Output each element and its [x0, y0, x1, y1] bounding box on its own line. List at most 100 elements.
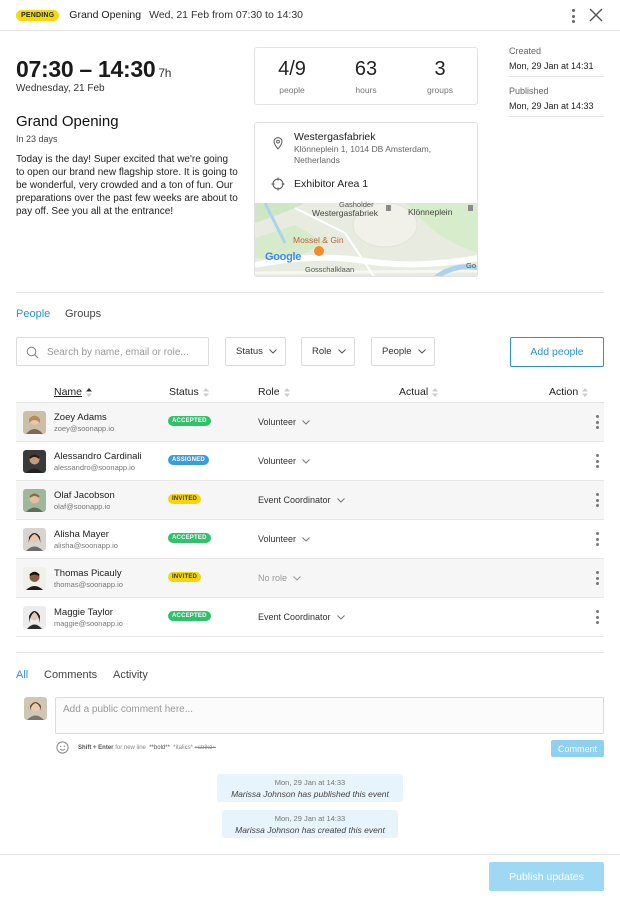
header-title: Grand Opening — [69, 9, 142, 21]
tab-activity[interactable]: Activity — [113, 669, 148, 681]
status-badge: PENDING — [16, 9, 60, 21]
column-header-role[interactable]: Role — [258, 386, 290, 398]
table-row[interactable]: Thomas Picauly thomas@soonapp.io INVITED… — [16, 559, 604, 598]
column-header-status[interactable]: Status — [169, 386, 209, 398]
person-email: maggie@soonapp.io — [54, 619, 123, 628]
published-meta: Published Mon, 29 Jan at 14:33 — [509, 86, 604, 117]
person-email: olaf@soonapp.io — [54, 502, 111, 511]
search-icon — [26, 346, 39, 359]
stats-box: 4/9 people 63 hours 3 groups — [254, 47, 478, 105]
avatar — [23, 489, 46, 512]
map-label-edge: Go — [466, 261, 477, 270]
person-name: Alessandro Cardinali — [54, 451, 142, 462]
table-row[interactable]: Alessandro Cardinali alessandro@soonapp.… — [16, 442, 604, 481]
activity-text: Marissa Johnson has created this event — [235, 825, 385, 835]
time-range: 07:30 – 14:30 7h — [16, 56, 172, 82]
table-row[interactable]: Zoey Adams zoey@soonapp.io ACCEPTED Volu… — [16, 403, 604, 442]
activity-time: Mon, 29 Jan at 14:33 — [274, 778, 346, 787]
map-label-restaurant: Mossel & Gin — [293, 235, 344, 245]
person-name: Thomas Picauly — [54, 568, 122, 579]
location-pin-icon — [273, 137, 283, 150]
chevron-down-icon — [336, 614, 345, 620]
status-badge: INVITED — [168, 572, 202, 582]
person-name: Maggie Taylor — [54, 607, 113, 618]
duration: 7h — [158, 66, 172, 80]
status-badge: ASSIGNED — [168, 455, 209, 465]
close-icon[interactable] — [589, 8, 603, 22]
row-actions-icon[interactable] — [596, 571, 599, 585]
table-row[interactable]: Olaf Jacobson olaf@soonapp.io INVITED Ev… — [16, 481, 604, 520]
created-meta: Created Mon, 29 Jan at 14:31 — [509, 46, 604, 77]
event-description: Today is the day! Super excited that we'… — [16, 154, 238, 217]
person-email: alessandro@soonapp.io — [54, 463, 136, 472]
people-filter[interactable]: People — [371, 337, 435, 366]
stat-people: 4/9 people — [278, 58, 306, 95]
row-actions-icon[interactable] — [596, 454, 599, 468]
section-divider — [16, 292, 604, 293]
comment-field[interactable] — [55, 697, 604, 734]
sort-icon — [432, 387, 439, 397]
chevron-down-icon — [337, 349, 346, 354]
status-badge: ACCEPTED — [168, 611, 211, 621]
add-people-button[interactable]: Add people — [510, 337, 604, 367]
event-date: Wednesday, 21 Feb — [16, 83, 105, 94]
table-row[interactable]: Maggie Taylor maggie@soonapp.io ACCEPTED… — [16, 598, 604, 637]
role-select[interactable]: No role — [258, 573, 301, 583]
sort-icon — [202, 387, 209, 397]
row-actions-icon[interactable] — [596, 610, 599, 624]
chevron-down-icon — [302, 536, 310, 542]
role-select[interactable]: Volunteer — [258, 534, 310, 544]
role-select[interactable]: Event Coordinator — [258, 495, 345, 505]
role-select[interactable]: Event Coordinator — [258, 612, 345, 622]
formatting-hint: Shift + Enter for new line **bold** *ita… — [78, 745, 216, 751]
tab-groups[interactable]: Groups — [65, 308, 101, 320]
status-filter[interactable]: Status — [225, 337, 286, 366]
map-preview[interactable]: Gasholder Westergasfabriek Klönneplein M… — [255, 200, 477, 276]
top-bar: PENDING Grand Opening Wed, 21 Feb from 0… — [0, 0, 620, 31]
map-label-square: Klönneplein — [408, 207, 453, 217]
column-header-actual[interactable]: Actual — [399, 386, 439, 398]
comment-button[interactable]: Comment — [551, 740, 604, 757]
row-actions-icon[interactable] — [596, 493, 599, 507]
stat-groups: 3 groups — [427, 58, 453, 95]
person-name: Alisha Mayer — [54, 529, 109, 540]
event-title: Grand Opening — [16, 113, 119, 130]
column-header-name[interactable]: Name — [54, 386, 93, 398]
comment-input[interactable] — [63, 704, 593, 726]
chevron-down-icon — [302, 419, 310, 425]
tab-comments[interactable]: Comments — [44, 669, 97, 681]
column-header-action[interactable]: Action — [549, 386, 589, 398]
chevron-down-icon — [417, 349, 426, 354]
avatar — [23, 450, 46, 473]
chevron-down-icon — [336, 497, 345, 503]
sort-icon — [283, 387, 290, 397]
venue-name: Westergasfabriek — [294, 131, 376, 143]
row-actions-icon[interactable] — [596, 415, 599, 429]
search-input[interactable] — [47, 344, 205, 360]
row-actions-icon[interactable] — [596, 532, 599, 546]
search-field[interactable] — [16, 337, 209, 366]
tab-all[interactable]: All — [16, 669, 28, 681]
person-email: zoey@soonapp.io — [54, 424, 115, 433]
person-email: thomas@soonapp.io — [54, 580, 123, 589]
google-logo: Google — [265, 251, 302, 263]
role-select[interactable]: Volunteer — [258, 417, 310, 427]
status-badge: INVITED — [168, 494, 202, 504]
person-name: Zoey Adams — [54, 412, 107, 423]
stat-hours: 63 hours — [354, 58, 378, 95]
crosshair-icon — [271, 177, 285, 191]
more-options-icon[interactable] — [568, 8, 578, 24]
role-select[interactable]: Volunteer — [258, 456, 310, 466]
header-date: Wed, 21 Feb from 07:30 to 14:30 — [149, 9, 304, 21]
tab-people[interactable]: People — [16, 308, 50, 320]
avatar — [23, 567, 46, 590]
table-row[interactable]: Alisha Mayer alisha@soonapp.io ACCEPTED … — [16, 520, 604, 559]
role-filter[interactable]: Role — [301, 337, 355, 366]
emoji-icon[interactable] — [56, 741, 69, 754]
avatar — [24, 697, 47, 720]
person-name: Olaf Jacobson — [54, 490, 115, 501]
avatar — [23, 411, 46, 434]
activity-time: Mon, 29 Jan at 14:33 — [274, 814, 346, 823]
publish-updates-button[interactable]: Publish updates — [489, 862, 604, 891]
activity-item: Mon, 29 Jan at 14:33 Marissa Johnson has… — [217, 774, 403, 802]
